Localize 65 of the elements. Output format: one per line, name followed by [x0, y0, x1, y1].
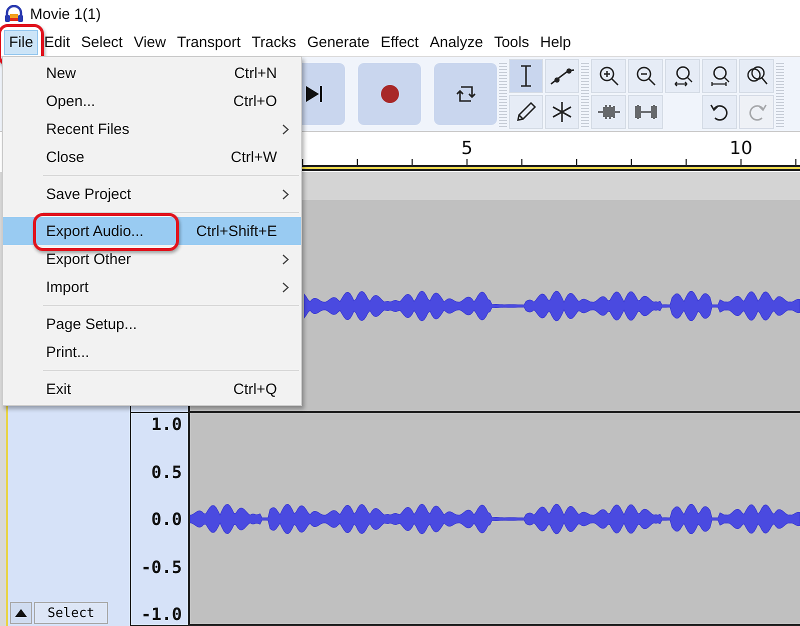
amplitude-label: 1.0 [151, 415, 182, 435]
menu-item[interactable]: Effect [376, 30, 424, 54]
trim-audio-icon [596, 103, 620, 121]
record-icon [380, 84, 400, 104]
zoom-fit-project-icon [708, 65, 730, 87]
toolbar-grip[interactable] [581, 61, 589, 127]
ruler-label: 5 [461, 138, 473, 159]
menu-item[interactable]: Analyze [424, 30, 488, 54]
menu-item[interactable]: Save Project [3, 180, 301, 208]
menu-item[interactable]: Export Other [3, 245, 301, 273]
i-beam-icon [519, 65, 533, 87]
menu-item[interactable]: Transport [172, 30, 246, 54]
silence-audio-icon [634, 103, 658, 121]
headphones-icon [4, 5, 24, 23]
toolbar-grip[interactable] [776, 61, 784, 127]
menu-item[interactable]: Exit Ctrl+Q [3, 375, 301, 403]
chevron-right-icon [282, 189, 289, 200]
tool-button[interactable] [628, 95, 663, 129]
menu-item[interactable]: Generate [302, 30, 375, 54]
menu-item[interactable]: Tools [489, 30, 534, 54]
zoom-out-icon [634, 65, 656, 87]
toolbar-grip[interactable] [499, 61, 507, 127]
amplitude-label: -0.5 [141, 558, 182, 578]
tool-button[interactable] [702, 95, 737, 129]
tool-button[interactable] [591, 59, 626, 93]
chevron-right-icon [282, 282, 289, 293]
chevron-right-icon [282, 254, 289, 265]
tool-button[interactable] [739, 59, 774, 93]
tool-button[interactable] [702, 59, 737, 93]
zoom-toggle-icon [744, 65, 768, 87]
tool-button[interactable] [509, 59, 543, 93]
zoom-in-icon [598, 65, 620, 87]
amplitude-label: 0.5 [151, 462, 182, 482]
amplitude-label: -1.0 [141, 605, 182, 625]
menu-item[interactable]: Print... [3, 338, 301, 366]
tool-button[interactable] [665, 59, 700, 93]
menu-item[interactable]: Export Audio... Ctrl+Shift+E [3, 217, 301, 245]
menu-item[interactable]: View [128, 30, 171, 54]
tool-button[interactable] [545, 95, 579, 129]
skip-end-icon [304, 85, 324, 103]
select-button[interactable]: Select [34, 602, 108, 624]
ruler-label: 10 [730, 138, 752, 159]
menu-item[interactable]: Edit [39, 30, 76, 54]
tool-button[interactable] [545, 59, 579, 93]
menu-item[interactable]: Import [3, 273, 301, 301]
menu-item[interactable]: Open... Ctrl+O [3, 87, 301, 115]
triangle-up-icon [15, 609, 27, 617]
tool-button[interactable] [591, 95, 626, 129]
menu-item[interactable]: Tracks [246, 30, 302, 54]
collapse-button[interactable] [10, 602, 32, 624]
amplitude-label: 0.0 [151, 510, 182, 530]
loop-icon [454, 83, 476, 105]
pencil-icon [515, 101, 537, 123]
chevron-right-icon [282, 124, 289, 135]
menu-item[interactable]: File [4, 30, 38, 54]
menu-item[interactable]: Close Ctrl+W [3, 143, 301, 171]
tool-button[interactable] [628, 59, 663, 93]
menu-item[interactable]: Help [535, 30, 576, 54]
tool-button[interactable] [509, 95, 543, 129]
window-title: Movie 1(1) [30, 6, 101, 22]
menu-item[interactable]: Select [76, 30, 128, 54]
menu-item[interactable]: Page Setup... [3, 310, 301, 338]
menu-item[interactable]: New Ctrl+N [3, 59, 301, 87]
asterisk-icon [551, 101, 573, 123]
zoom-fit-selection-icon [672, 65, 694, 87]
